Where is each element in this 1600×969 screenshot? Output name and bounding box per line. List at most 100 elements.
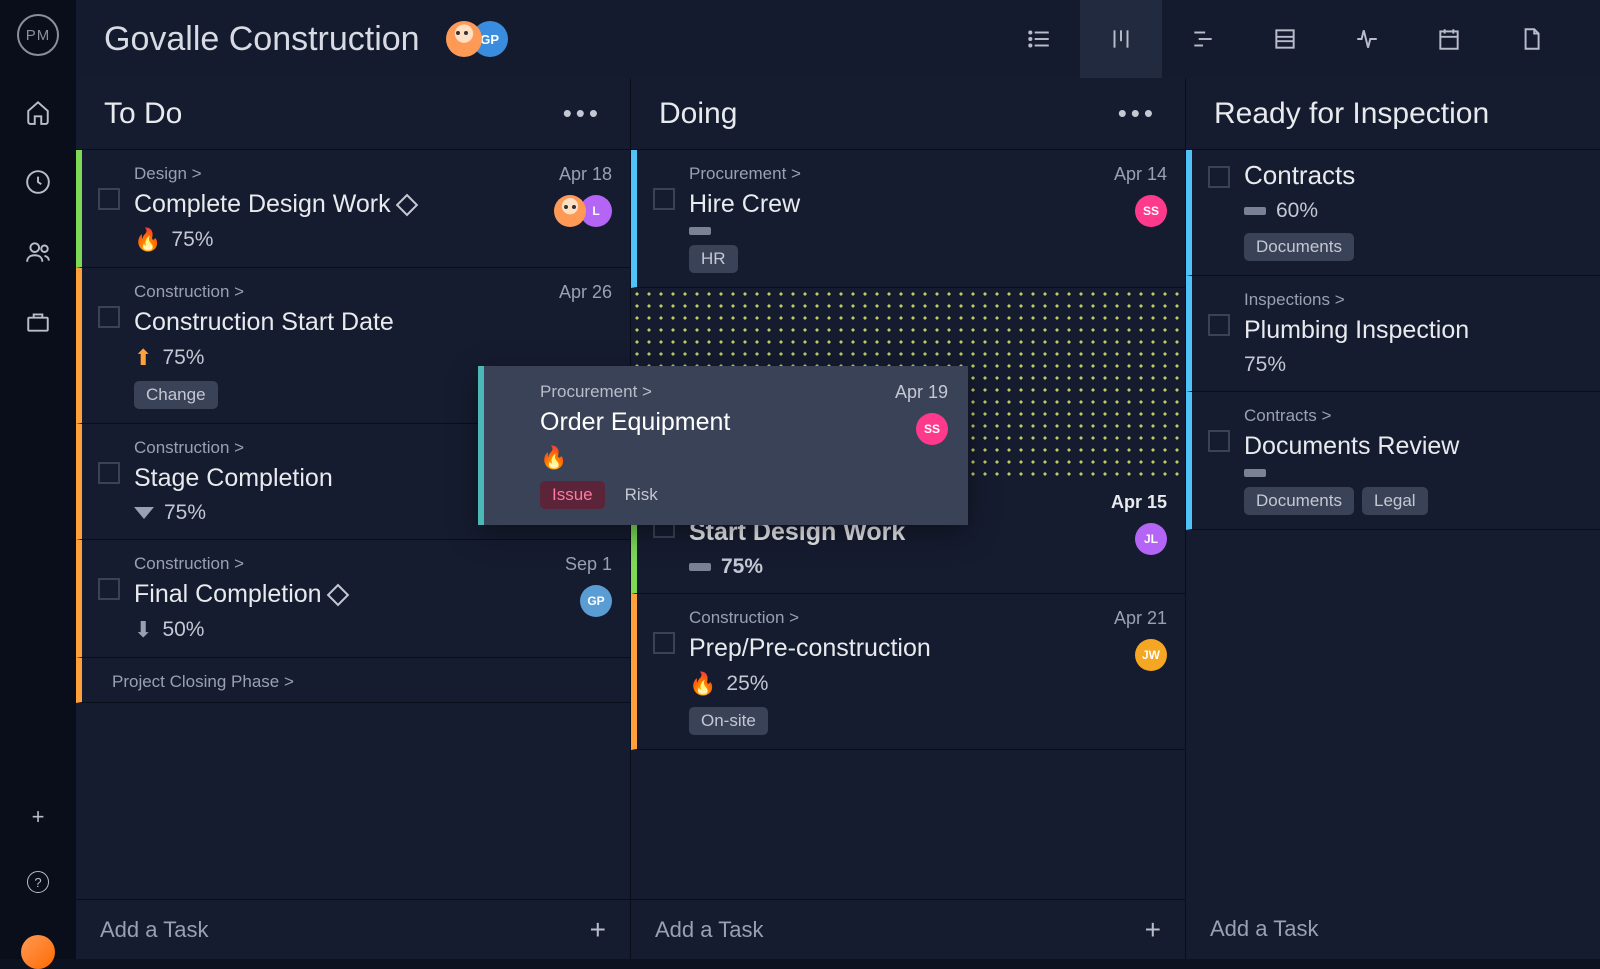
avatar[interactable]: JW [1135, 639, 1167, 671]
column-title: To Do [104, 97, 182, 131]
breadcrumb[interactable]: Contracts > [1244, 406, 1582, 426]
view-board-icon[interactable] [1080, 0, 1162, 78]
progress-row: ⬇50% [134, 617, 565, 643]
task-checkbox[interactable] [98, 188, 120, 210]
avatar[interactable]: SS [916, 413, 948, 445]
avatar[interactable]: SS [1135, 195, 1167, 227]
priority-down-icon [134, 507, 154, 519]
avatar[interactable] [554, 195, 586, 227]
tag[interactable]: Change [134, 381, 218, 409]
task-checkbox[interactable] [98, 462, 120, 484]
view-gantt-icon[interactable] [1162, 0, 1244, 78]
task-checkbox[interactable] [653, 632, 675, 654]
task-title: Complete Design Work [134, 190, 554, 219]
task-checkbox[interactable] [98, 306, 120, 328]
pm-logo[interactable]: PM [17, 14, 59, 56]
column-menu-icon[interactable]: ••• [1118, 98, 1157, 129]
help-icon[interactable]: ? [27, 871, 49, 893]
tag[interactable]: HR [689, 245, 738, 273]
tag[interactable]: Documents [1244, 487, 1354, 515]
tags: On-site [689, 707, 1114, 735]
assignees[interactable]: JW [1135, 639, 1167, 671]
plus-icon: + [590, 914, 606, 946]
priority-low-icon: ⬇ [134, 617, 152, 643]
tag[interactable]: Issue [540, 481, 605, 509]
clock-icon[interactable] [24, 168, 52, 196]
dragging-card[interactable]: Procurement > Order Equipment 🔥 IssueRis… [478, 366, 968, 525]
add-task-button[interactable]: Add a Task [1186, 899, 1600, 959]
breadcrumb[interactable]: Construction > [689, 608, 1114, 628]
view-sheet-icon[interactable] [1244, 0, 1326, 78]
assignees[interactable]: JL [1135, 523, 1167, 555]
assignees[interactable]: GP [580, 585, 612, 617]
breadcrumb[interactable]: Procurement > [689, 164, 1114, 184]
task-card[interactable]: Construction > Final Completion ⬇50% Sep… [76, 540, 630, 658]
add-task-button[interactable]: Add a Task+ [76, 899, 630, 959]
task-checkbox[interactable] [98, 578, 120, 600]
card-list: Contracts 60% Documents Inspections > Pl… [1186, 150, 1600, 899]
due-date: Apr 21 [1114, 608, 1167, 629]
tag[interactable]: On-site [689, 707, 768, 735]
task-card[interactable]: Procurement > Hire Crew HR Apr 14 SS [631, 150, 1185, 288]
breadcrumb[interactable]: Procurement > [540, 382, 895, 402]
project-title: Govalle Construction [104, 20, 420, 59]
progress-row: 🔥 [540, 445, 895, 471]
flame-icon: 🔥 [540, 445, 567, 471]
column-header: Ready for Inspection [1186, 78, 1600, 150]
assignees[interactable]: SS [916, 413, 948, 445]
bar-icon [1244, 469, 1266, 477]
view-list-icon[interactable] [998, 0, 1080, 78]
task-card[interactable]: Contracts > Documents Review DocumentsLe… [1186, 392, 1600, 530]
progress-row: 🔥75% [134, 227, 554, 253]
due-date: Sep 1 [565, 554, 612, 575]
due-date: Apr 19 [895, 382, 948, 403]
people-icon[interactable] [24, 238, 52, 266]
task-card[interactable]: Construction > Prep/Pre-construction 🔥25… [631, 594, 1185, 750]
user-avatar[interactable] [21, 935, 55, 969]
task-card[interactable]: Project Closing Phase > [76, 658, 630, 703]
view-switcher [998, 0, 1572, 78]
progress-row: 60% [1244, 199, 1582, 223]
task-checkbox[interactable] [1208, 430, 1230, 452]
breadcrumb[interactable]: Construction > [134, 554, 565, 574]
assignees[interactable]: L [554, 195, 612, 227]
add-icon[interactable]: + [26, 805, 50, 829]
task-checkbox[interactable] [1208, 314, 1230, 336]
tag[interactable]: Risk [613, 481, 670, 509]
breadcrumb[interactable]: Design > [134, 164, 554, 184]
home-icon[interactable] [24, 98, 52, 126]
breadcrumb[interactable]: Construction > [134, 282, 559, 302]
member-avatar[interactable] [446, 21, 482, 57]
tags: HR [689, 245, 1114, 273]
task-checkbox[interactable] [653, 188, 675, 210]
task-title: Construction Start Date [134, 308, 559, 337]
task-card[interactable]: Contracts 60% Documents [1186, 150, 1600, 276]
task-card[interactable]: Design > Complete Design Work 🔥75% Apr 1… [76, 150, 630, 268]
task-checkbox[interactable] [1208, 166, 1230, 188]
task-checkbox[interactable] [504, 406, 526, 428]
tag[interactable]: Documents [1244, 233, 1354, 261]
project-members[interactable]: GP [446, 21, 508, 57]
card-body: Inspections > Plumbing Inspection 75% [1230, 290, 1582, 377]
card-body: Design > Complete Design Work 🔥75% [120, 164, 554, 253]
assignees[interactable]: SS [1135, 195, 1167, 227]
breadcrumb[interactable]: Project Closing Phase > [112, 672, 612, 692]
view-calendar-icon[interactable] [1408, 0, 1490, 78]
task-card[interactable]: Inspections > Plumbing Inspection 75% [1186, 276, 1600, 392]
briefcase-icon[interactable] [24, 308, 52, 336]
card-side: Apr 18 L [554, 164, 612, 253]
add-task-button[interactable]: Add a Task+ [631, 899, 1185, 959]
avatar[interactable]: JL [1135, 523, 1167, 555]
breadcrumb[interactable]: Inspections > [1244, 290, 1582, 310]
view-files-icon[interactable] [1490, 0, 1572, 78]
avatar[interactable]: GP [580, 585, 612, 617]
column-header: To Do ••• [76, 78, 630, 150]
board: To Do ••• Design > Complete Design Work … [76, 78, 1600, 959]
column-title: Ready for Inspection [1214, 97, 1489, 131]
view-activity-icon[interactable] [1326, 0, 1408, 78]
progress-row: 75% [1244, 353, 1582, 377]
column-menu-icon[interactable]: ••• [563, 98, 602, 129]
due-date: Apr 15 [1111, 492, 1167, 513]
tags: Documents Legal [1244, 487, 1582, 515]
tag[interactable]: Legal [1362, 487, 1428, 515]
